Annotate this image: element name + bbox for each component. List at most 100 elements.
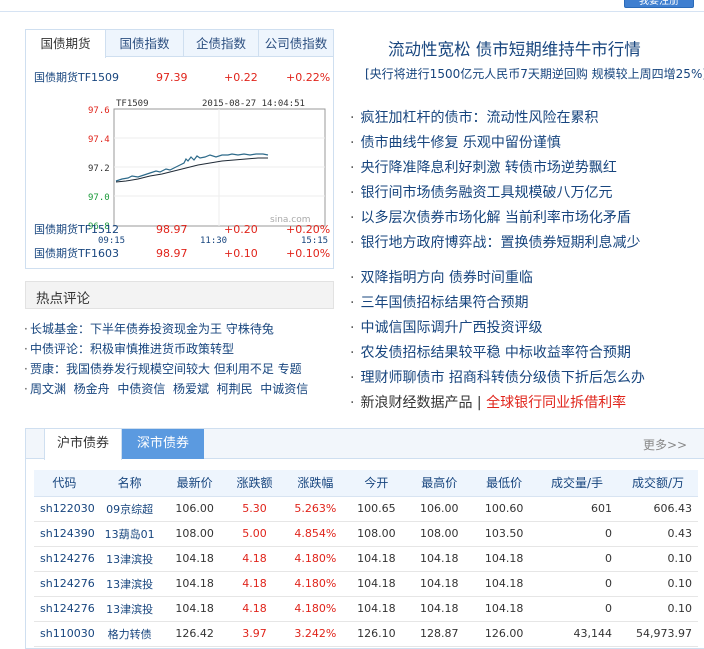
news-link[interactable]: 三年国债招标结果符合预期 [360,295,528,311]
news-link[interactable]: 央行降准降息利好刺激 转债市场逆势飘红 [360,160,616,176]
news-link[interactable]: 理财师聊债市 招商科转债分级债下折后怎么办 [360,370,644,386]
tab-enterprise-bond-index[interactable]: 企债指数 [184,30,259,57]
hot-comment-link[interactable]: 长城基金：下半年债券投资现金为王 守株待兔 [30,322,274,336]
news-item[interactable]: · 银行地方政府博弈战：置换债券短期利息减少 [350,232,640,254]
author-link[interactable]: 柯荆民 [217,382,253,396]
col-amount[interactable]: 成交额/万 [617,470,698,497]
news-item[interactable]: · 理财师聊债市 招商科转债分级债下折后怎么办 [350,367,645,389]
news-link[interactable]: 债市曲线牛修复 乐观中留份谨慎 [360,135,560,151]
cell-amount: 0.10 [617,596,698,622]
author-link[interactable]: 杨爱斌 [173,382,209,396]
cell-pct: 5.263% [284,496,347,522]
news-item[interactable]: · 以多层次债券市场化解 当前利率市场化矛盾 [350,207,631,229]
cell-name[interactable]: 格力转债 [94,621,165,647]
tab-shanghai-bonds[interactable]: 沪市债券 [44,429,122,460]
cell-name[interactable]: 09京综超 [94,496,165,522]
author-link[interactable]: 杨金舟 [74,382,110,396]
hot-comments-header: 热点评论 [25,281,334,309]
col-change[interactable]: 涨跌额 [224,470,285,497]
news-link[interactable]: 以多层次债券市场化解 当前利率市场化矛盾 [360,210,630,226]
quote-name[interactable]: 国债期货TF1603 [34,243,119,265]
table-row[interactable]: sh124276 13津滨投 104.18 4.18 4.180% 104.18 104.1… [34,596,698,622]
news-link[interactable]: 双降指明方向 债券时间重临 [360,270,532,286]
quote-name[interactable]: 国债期货TF1512 [34,219,119,241]
hot-comment-link[interactable]: 中债评论：积极审慎推进货币政策转型 [30,342,234,356]
quote-name[interactable]: 国债期货TF1509 [34,67,119,89]
news-link[interactable]: 银行间市场债务融资工具规模破八万亿元 [360,185,612,201]
news-item[interactable]: · 三年国债招标结果符合预期 [350,292,528,314]
col-pct[interactable]: 涨跌幅 [284,470,347,497]
news-link[interactable]: 银行地方政府博弈战：置换债券短期利息减少 [360,235,640,251]
cell-code[interactable]: sh122030 [34,496,95,522]
cell-code[interactable]: sh124276 [34,596,95,622]
news-link[interactable]: 农发债招标结果较平稳 中标收益率符合预期 [360,345,630,361]
cell-volume: 0 [536,596,618,622]
tab-shenzhen-bonds[interactable]: 深市债券 [122,429,204,459]
separator: | [476,395,482,411]
table-row[interactable]: sh124390 13葫岛01 108.00 5.00 4.854% 108.00 108.… [34,521,698,547]
news-item[interactable]: · 农发债招标结果较平稳 中标收益率符合预期 [350,342,631,364]
table-row[interactable]: sh124276 13津滨投 104.18 4.18 4.180% 104.18 104.1… [34,546,698,572]
author-link[interactable]: 周文渊 [30,382,66,396]
top-nav: 我要注册 [0,0,704,12]
table-row[interactable]: sh110030 格力转债 126.42 3.97 3.242% 126.10 128.87… [34,621,698,647]
table-row[interactable]: sh122030 09京综超 106.00 5.30 5.263% 100.65 106.0… [34,496,698,522]
quote-change: +0.10 [224,247,258,260]
cell-code[interactable]: sh124276 [34,571,95,597]
col-last[interactable]: 最新价 [164,470,225,497]
quote-row-tf1603[interactable]: 国债期货TF1603 98.97 +0.10 +0.10% [34,243,330,265]
cell-change: 4.18 [224,546,285,572]
register-button[interactable]: 我要注册 [624,0,694,8]
tab-treasury-index[interactable]: 国债指数 [106,30,184,57]
cell-name[interactable]: 13葫岛01 [94,521,165,547]
tab-corporate-bond-index[interactable]: 公司债指数 [259,30,333,57]
cell-name[interactable]: 13津滨投 [94,546,165,572]
cell-name[interactable]: 13津滨投 [94,571,165,597]
cell-open: 104.18 [346,546,407,572]
cell-last: 104.18 [164,546,225,572]
cell-amount: 0.43 [617,521,698,547]
quote-row-tf1512[interactable]: 国债期货TF1512 98.97 +0.20 +0.20% [34,219,330,241]
news-item[interactable]: · 双降指明方向 债券时间重临 [350,267,533,289]
cell-pct: 4.180% [284,596,347,622]
col-name[interactable]: 名称 [94,470,165,497]
cell-volume: 43,144 [536,621,618,647]
news-link[interactable]: 中诚信国际调升广西投资评级 [360,320,542,336]
quote-price: 98.97 [156,247,188,260]
news-item[interactable]: · 中诚信国际调升广西投资评级 [350,317,542,339]
data-products-row: · 新浪财经数据产品 | 全球银行同业拆借利率 [350,395,627,411]
news-item[interactable]: · 债市曲线牛修复 乐观中留份谨慎 [350,132,561,154]
hot-comment-link[interactable]: 贾康：我国债券发行规模空间较大 但利用不足 专题 [30,362,302,376]
cell-code[interactable]: sh124276 [34,546,95,572]
more-link[interactable]: 更多>> [643,436,687,453]
col-low[interactable]: 最低价 [472,470,537,497]
table-row[interactable]: sh124276 13津滨投 104.18 4.18 4.180% 104.18 104.1… [34,571,698,597]
cell-pct: 4.180% [284,571,347,597]
news-link[interactable]: 疯狂加杠杆的债市：流动性风险在累积 [360,110,598,126]
cell-volume: 0 [536,571,618,597]
col-volume[interactable]: 成交量/手 [536,470,618,497]
main-headline[interactable]: 流动性宽松 债市短期维持牛市行情 [388,36,641,60]
hot-comment-item: · 长城基金：下半年债券投资现金为王 守株待兔 [24,322,274,336]
cell-code[interactable]: sh110030 [34,621,95,647]
chart-code: TF1509 [116,99,149,109]
cell-name[interactable]: 13津滨投 [94,596,165,622]
col-open[interactable]: 今开 [346,470,407,497]
cell-low: 103.50 [472,521,537,547]
data-products-label: 新浪财经数据产品 [360,395,473,411]
sub-headline[interactable]: [央行将进行1500亿元人民币7天期逆回购 规模较上周四增25%] [365,65,704,82]
bond-market-table-panel: 沪市债券 深市债券 更多>> 代码 名称 最新价 涨跌额 涨跌幅 今开 最高价 … [25,428,704,649]
quote-row-tf1509[interactable]: 国债期货TF1509 97.39 +0.22 +0.22% [34,67,330,89]
tab-bond-futures[interactable]: 国债期货 [26,30,106,58]
quote-pct: +0.22% [286,71,331,84]
cell-code[interactable]: sh124390 [34,521,95,547]
author-link[interactable]: 中诚资信 [260,382,308,396]
news-item[interactable]: · 银行间市场债务融资工具规模破八万亿元 [350,182,612,204]
author-link[interactable]: 中债资信 [117,382,165,396]
col-high[interactable]: 最高价 [406,470,473,497]
news-item[interactable]: · 疯狂加杠杆的债市：流动性风险在累积 [350,107,598,129]
news-item[interactable]: · 央行降准降息利好刺激 转债市场逆势飘红 [350,157,617,179]
col-code[interactable]: 代码 [34,470,95,497]
cell-volume: 0 [536,546,618,572]
interbank-rate-link[interactable]: 全球银行同业拆借利率 [486,395,626,411]
